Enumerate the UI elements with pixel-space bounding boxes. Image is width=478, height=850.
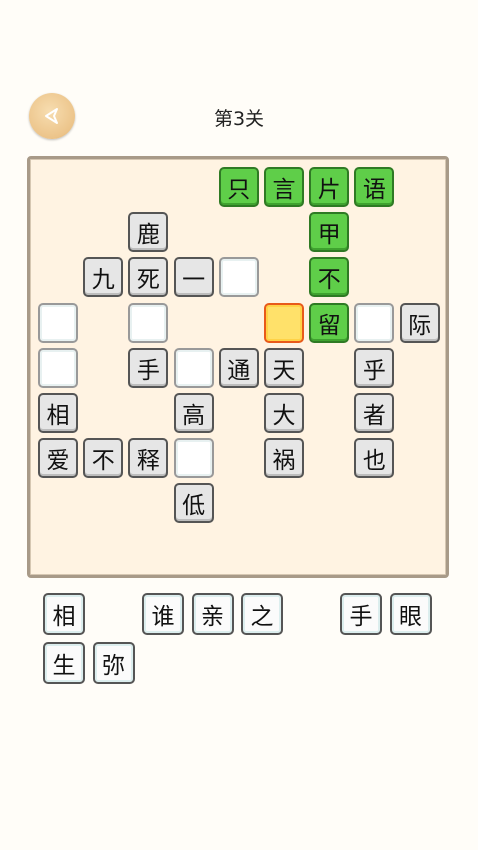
letter-cell: 通 — [218, 347, 259, 388]
letter-cell: 天 — [264, 347, 304, 388]
letter-cell: 爱 — [38, 438, 78, 479]
letter-cell: 一 — [173, 257, 214, 298]
letter-cell: 也 — [354, 438, 395, 479]
letter-cell: 片 — [309, 167, 350, 207]
level-title: 第3关 — [213, 108, 265, 130]
letter-cell: 相 — [38, 393, 78, 433]
letter-cell: 九 — [83, 257, 124, 298]
empty-cell[interactable] — [173, 438, 214, 479]
letter-cell: 甲 — [309, 212, 350, 253]
choice-tile[interactable]: 谁 — [142, 593, 184, 635]
letter-cell: 祸 — [264, 438, 304, 479]
letter-cell: 死 — [128, 257, 169, 298]
choice-tile[interactable]: 之 — [241, 593, 283, 635]
empty-cell[interactable] — [218, 257, 259, 298]
letter-cell: 不 — [309, 257, 350, 298]
empty-cell[interactable] — [128, 302, 169, 343]
empty-cell[interactable] — [38, 302, 78, 343]
crossword-board: 只言片语鹿甲九死一不留际手通天乎相高大者爱不释祸也低 — [27, 156, 449, 578]
choice-tile[interactable]: 亲 — [191, 593, 234, 635]
choice-tile[interactable]: 眼 — [389, 593, 432, 635]
letter-cell: 乎 — [354, 347, 395, 388]
letter-cell: 手 — [128, 347, 169, 388]
letter-cell: 者 — [354, 393, 395, 433]
empty-cell[interactable] — [264, 302, 304, 343]
empty-cell[interactable] — [354, 302, 395, 343]
letter-cell: 语 — [354, 167, 395, 207]
letter-cell: 只 — [218, 167, 259, 207]
letter-cell: 言 — [264, 167, 304, 207]
empty-cell[interactable] — [173, 347, 214, 388]
choice-tile[interactable]: 弥 — [92, 642, 135, 684]
letter-cell: 高 — [173, 393, 214, 433]
letter-cell: 留 — [309, 302, 350, 343]
letter-cell: 际 — [399, 302, 440, 343]
choice-tile[interactable]: 手 — [340, 593, 382, 635]
choice-tile[interactable]: 相 — [43, 593, 85, 635]
letter-cell: 低 — [173, 483, 214, 524]
letter-cell: 不 — [83, 438, 124, 479]
letter-cell: 释 — [128, 438, 169, 479]
empty-cell[interactable] — [38, 347, 78, 388]
letter-cell: 大 — [264, 393, 304, 433]
choice-tile[interactable]: 生 — [43, 642, 85, 684]
letter-cell: 鹿 — [128, 212, 169, 253]
